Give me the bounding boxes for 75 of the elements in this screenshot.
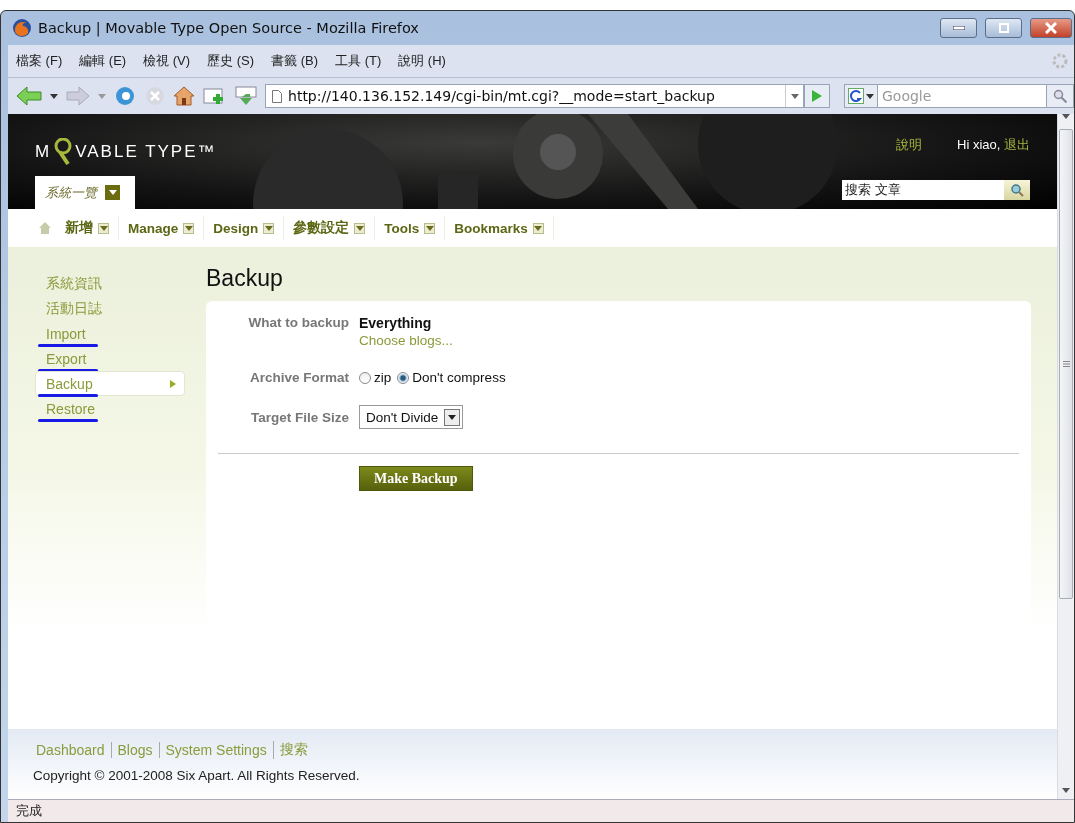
radio-label: Don't compress [412,370,506,385]
google-icon [848,88,864,104]
field-label: Target File Size [249,409,349,425]
caret-icon [184,225,193,231]
caret-icon [425,225,434,231]
window-title: Backup | Movable Type Open Source - Mozilla Firefox [38,20,420,36]
arrow-icon [170,379,176,388]
nav-menu[interactable]: Tools [375,216,446,240]
scrollbar[interactable] [1057,114,1074,799]
minimize-icon [952,26,965,30]
page-icon [272,89,282,103]
forward-icon[interactable] [65,86,90,106]
greeting: Hi xiao, [957,137,1001,152]
caret-icon [355,225,364,231]
reload-icon[interactable] [113,85,136,107]
search-icon [1053,89,1067,103]
caret-icon [866,93,874,99]
field-value: Everything [359,315,433,331]
scroll-down-icon [1062,788,1070,793]
caret-icon [108,190,117,195]
nav-menu[interactable]: Manage [119,216,205,240]
nav-menu[interactable]: Design [204,216,285,240]
help-link[interactable]: 說明 [896,136,922,154]
nav-menu[interactable]: 新增 [56,216,119,240]
field-label: What to backup [247,315,349,332]
radio-button[interactable] [397,371,410,384]
caret-icon [49,93,58,99]
make-backup-button[interactable]: Make Backup [359,466,473,491]
close-button[interactable] [1030,18,1072,38]
maximize-button[interactable] [985,18,1022,38]
firefox-icon [12,18,32,38]
download-icon[interactable] [235,85,257,107]
field-label: Archive Format [248,370,349,385]
home-icon[interactable] [173,85,196,107]
copyright: Copyright © 2001-2008 Six Apart. All Rights Reserved. [32,768,361,783]
menu-item[interactable]: 書籤 (B) [271,52,319,70]
caret-icon [264,225,273,231]
radio-button[interactable] [359,371,371,384]
menu-item[interactable]: 編輯 (E) [79,52,127,70]
search-icon [1010,183,1024,197]
page-title: Backup [206,265,284,292]
logout-link[interactable]: 退出 [1004,137,1030,152]
back-icon[interactable] [16,86,42,106]
caret-icon [99,225,108,231]
status-text: 完成 [16,802,42,820]
throbber-icon [1052,53,1068,69]
sidebar-item[interactable]: Backup [35,371,185,396]
menu-item[interactable]: 檢視 (V) [143,52,191,70]
grip-icon [1062,361,1070,367]
search-button[interactable] [1046,84,1074,108]
search-field[interactable]: Google [878,84,1046,108]
search-engine-button[interactable] [844,84,878,108]
menu-item[interactable]: 說明 (H) [398,52,446,70]
logo: M VABLE TYPE™ [35,138,217,166]
caret-icon [790,93,799,99]
nav-menu[interactable]: Bookmarks [445,216,554,240]
scroll-thumb[interactable] [1059,129,1073,599]
play-icon [812,90,823,102]
caret-icon [534,225,543,231]
nav-menu[interactable]: 參數設定 [284,216,376,240]
close-icon [1045,22,1057,34]
caret-icon [97,93,106,99]
radio-label: zip [374,370,392,385]
caret-icon [448,414,457,420]
menu-item[interactable]: 檔案 (F) [16,52,63,70]
menu-item[interactable]: 歷史 (S) [207,52,255,70]
size-dropdown[interactable]: Don't Divide [359,405,464,429]
maximize-icon [998,23,1009,33]
search-field[interactable]: 搜索 文章 [842,180,1004,200]
menu-item[interactable]: 工具 (T) [335,52,382,70]
address-bar[interactable]: http://140.136.152.149/cgi-bin/mt.cgi?__mode=start_backup [265,84,805,108]
choose-blogs-link[interactable]: Choose blogs... [359,333,453,348]
search-button[interactable] [1004,180,1030,200]
blog-selector[interactable]: 系統一覽 [35,176,135,209]
minimize-button[interactable] [940,18,977,38]
